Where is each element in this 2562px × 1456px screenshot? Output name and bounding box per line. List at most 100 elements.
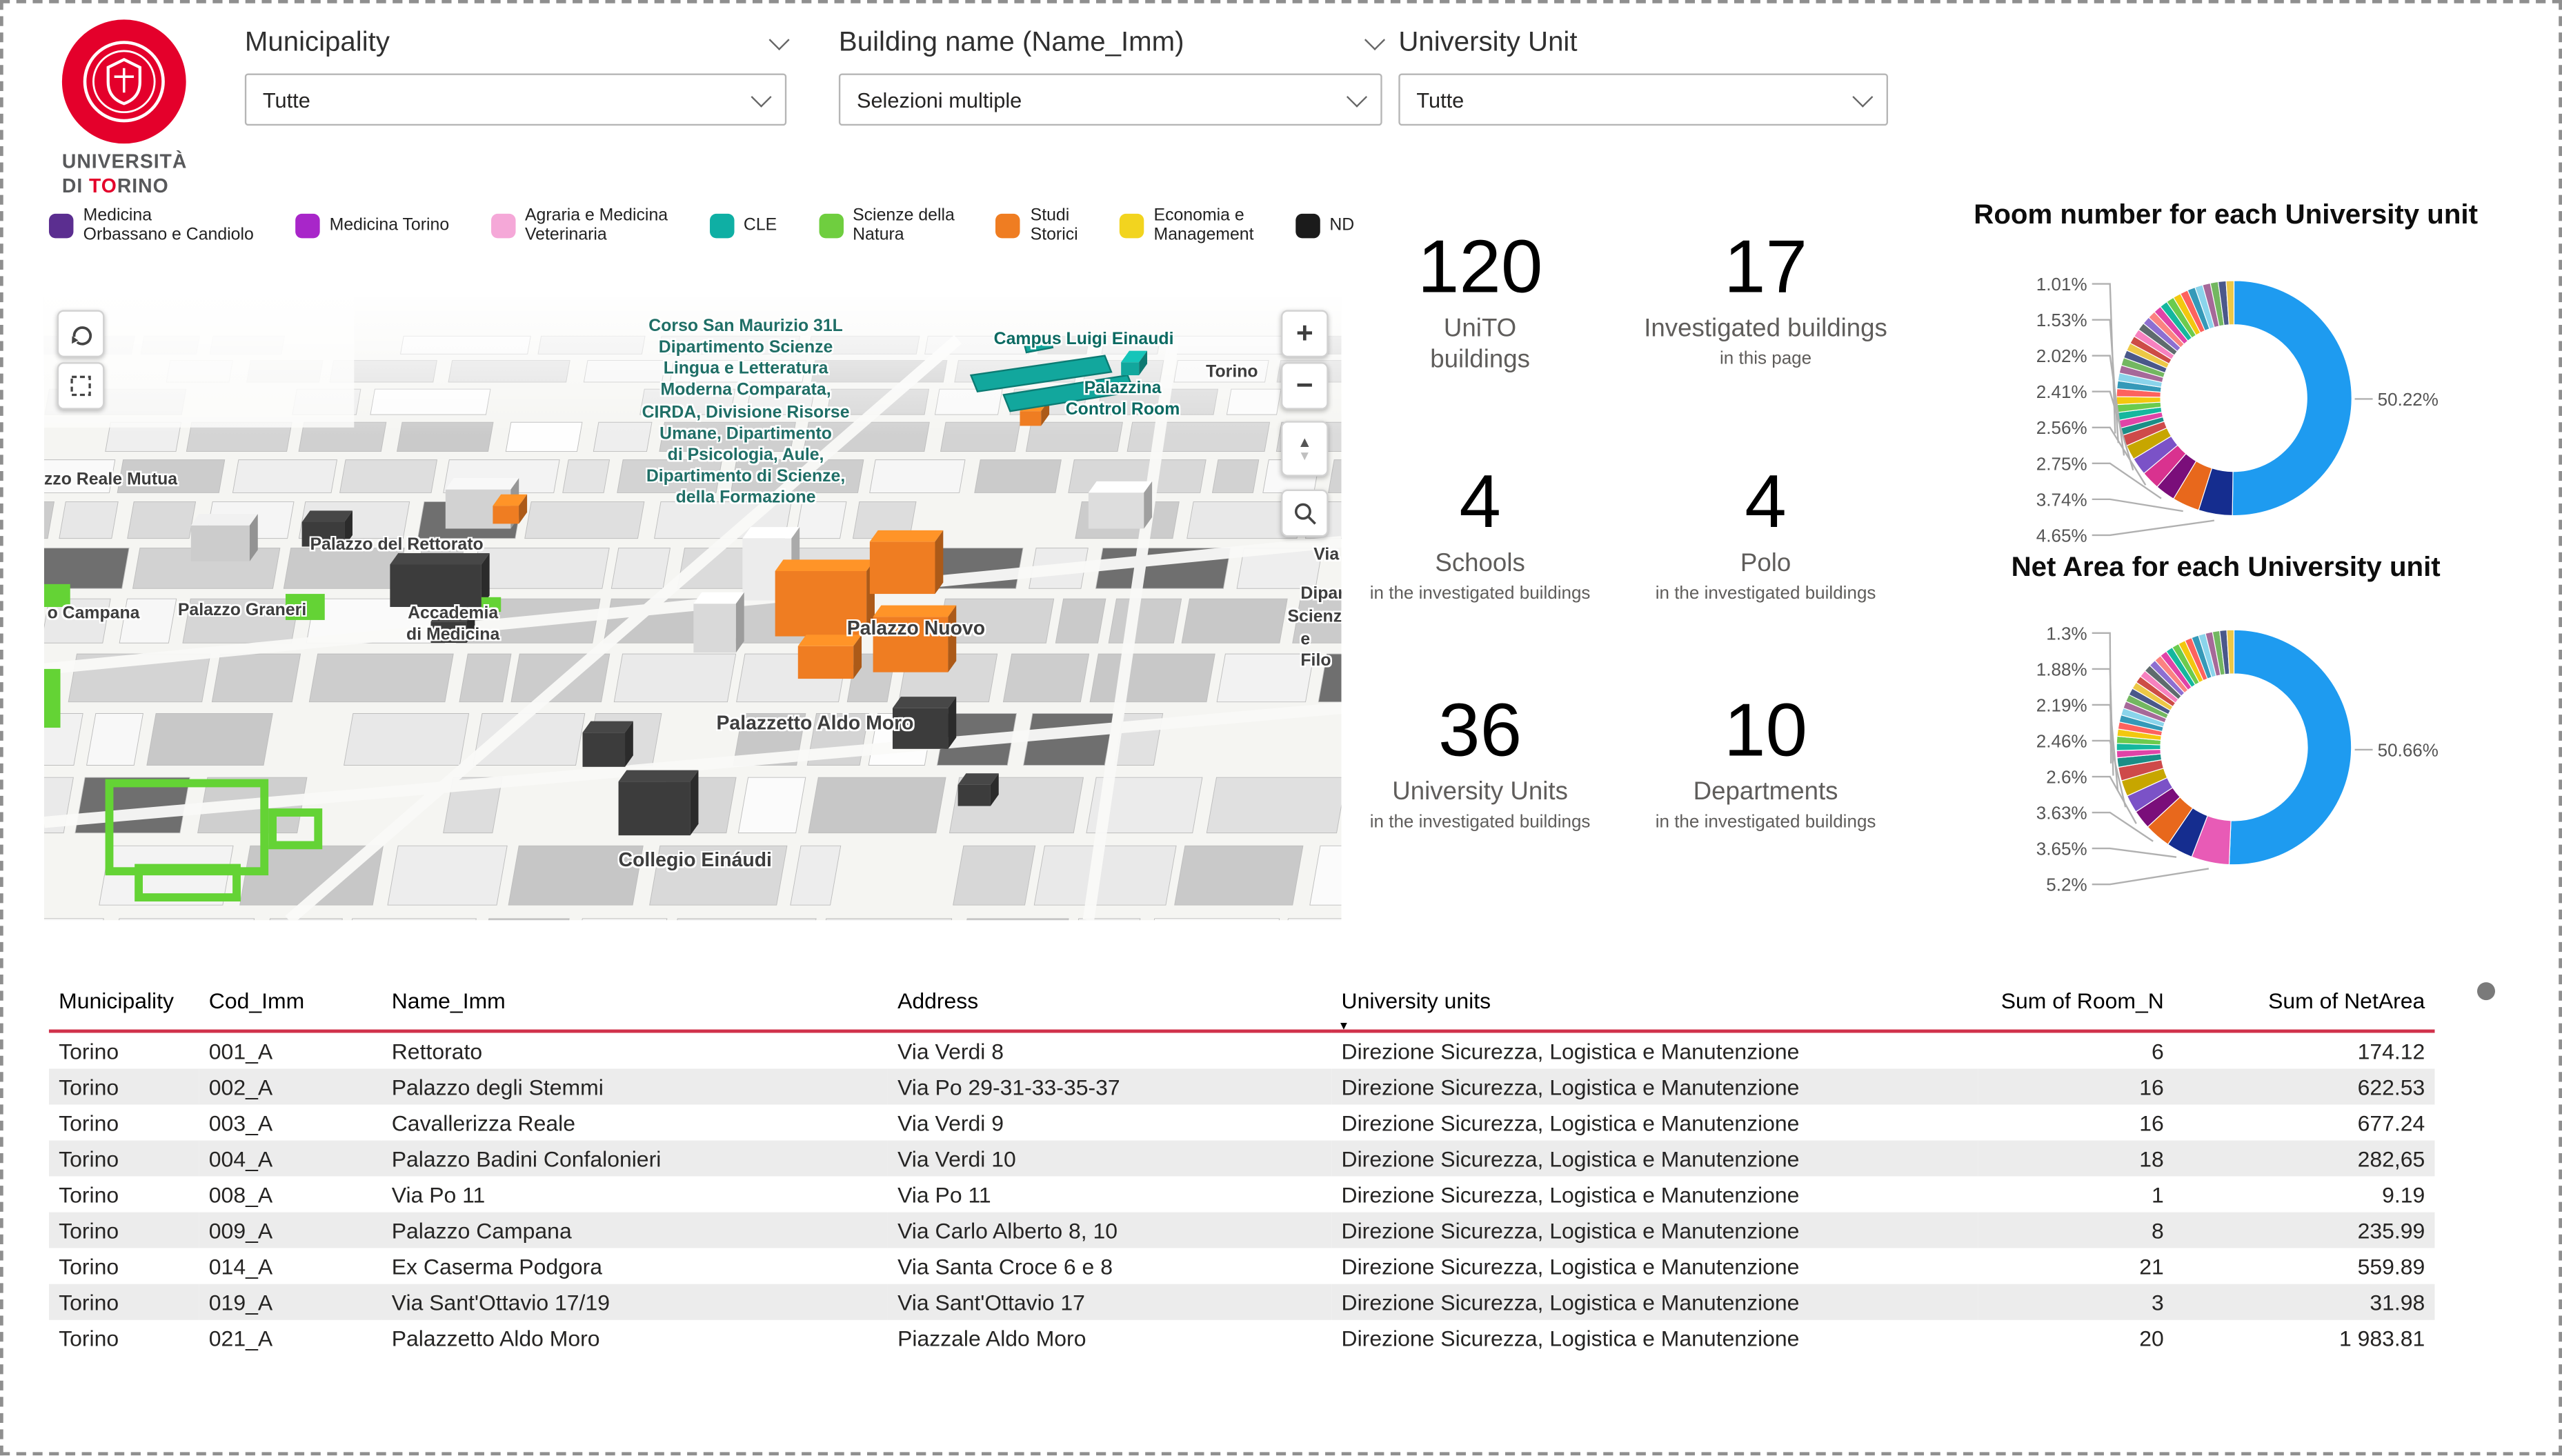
map-label: Palazzetto Aldo Moro [716,711,913,735]
table-row[interactable]: Torino003_ACavallerizza RealeVia Verdi 9… [49,1105,2435,1141]
legend-item[interactable]: Medicina Orbassano e Candiolo [49,206,254,245]
plus-icon: + [1296,317,1313,351]
column-header[interactable]: University units▼ [1331,979,1978,1031]
table-cell: 282,65 [2174,1141,2434,1177]
column-header[interactable]: Cod_Imm [199,979,382,1031]
legend-item[interactable]: Economia e Management [1120,206,1254,245]
map-label: zzo Reale Mutua [44,470,177,491]
map-rotate-button[interactable] [57,310,105,357]
table-row[interactable]: Torino002_APalazzo degli StemmiVia Po 29… [49,1068,2435,1104]
map-label: Collegio Eináudi [619,848,772,872]
map-canvas[interactable]: + − ▲ ▼ zzo Reale MutuaPalazzo del Retto… [44,297,1342,921]
table-row[interactable]: Torino021_APalazzetto Aldo MoroPiazzale … [49,1320,2435,1356]
donut-label: 2.19% [2036,695,2087,715]
legend-swatch-icon [490,213,515,237]
map-search-button[interactable] [1281,490,1329,537]
donut-slices [2116,281,2352,516]
building-studi-storici[interactable] [493,495,527,524]
buildings-table-container: MunicipalityCod_ImmName_ImmAddressUniver… [49,979,2435,1355]
table-row[interactable]: Torino008_AVia Po 11Via Po 11Direzione S… [49,1177,2435,1213]
map-label: Via [1313,545,1339,566]
map-selection-frame-button[interactable] [57,362,105,410]
table-cell: Torino [49,1177,199,1213]
table-cell: Via Verdi 9 [888,1105,1331,1141]
legend-item[interactable]: Studi Storici [996,206,1078,245]
table-row[interactable]: Torino014_AEx Caserma PodgoraVia Santa C… [49,1248,2435,1284]
donut-slice[interactable] [2232,281,2352,516]
donut-label: 3.63% [2036,803,2087,824]
legend-item[interactable]: Agraria e Medicina Veterinaria [490,206,668,245]
legend-item[interactable]: ND [1295,213,1355,237]
table-cell: Torino [49,1320,199,1356]
map-label: Palazzo Graneri [178,601,306,622]
building-studi-storici[interactable] [870,530,943,594]
filter-header[interactable]: Building name (Name_Imm) [839,23,1382,62]
university-unit-dropdown[interactable]: Tutte [1398,73,1888,126]
column-header[interactable]: Address [888,979,1331,1031]
table-row[interactable]: Torino001_ARettoratoVia Verdi 8Direzione… [49,1031,2435,1068]
table-cell: Via Po 11 [888,1177,1331,1213]
chevron-down-icon [751,87,771,108]
table-cell: 9.19 [2174,1177,2434,1213]
building-nd[interactable] [390,553,489,607]
kpi-value: 120 [1347,228,1614,305]
rotate-icon [68,321,94,347]
legend-item[interactable]: CLE [709,213,777,237]
municipality-dropdown[interactable]: Tutte [245,73,786,126]
map-pan-control[interactable]: ▲ ▼ [1281,421,1329,476]
table-cell: Torino [49,1284,199,1320]
table-scrollbar-dot[interactable] [2477,982,2495,1000]
kpi-label: University Units [1347,778,1614,808]
column-header[interactable]: Name_Imm [382,979,888,1031]
legend-swatch-icon [1295,213,1320,237]
building-studi-storici[interactable] [798,635,862,679]
map-label: Scienze [1287,607,1341,628]
legend-swatch-icon [709,213,733,237]
sort-descending-icon: ▼ [1338,1021,1349,1031]
donut-label: 1.3% [2046,623,2087,644]
logo-line1: UNIVERSITÀ [62,150,187,173]
kpi-sublabel: in the investigated buildings [1627,584,1905,603]
room-number-donut-chart: 50.22%1.01%1.53%2.02%2.41%2.56%2.75%3.74… [1900,235,2552,561]
table-cell: Direzione Sicurezza, Logistica e Manuten… [1331,1177,1978,1213]
filter-header[interactable]: Municipality [245,23,786,62]
building-nd[interactable] [583,721,633,767]
table-header-row: MunicipalityCod_ImmName_ImmAddressUniver… [49,979,2435,1031]
table-cell: Ex Caserma Podgora [382,1248,888,1284]
column-header[interactable]: Sum of Room_N [1978,979,2174,1031]
table-row[interactable]: Torino004_APalazzo Badini ConfalonieriVi… [49,1141,2435,1177]
table-cell: 677.24 [2174,1105,2434,1141]
arrow-down-icon: ▼ [1298,450,1311,463]
table-cell: Direzione Sicurezza, Logistica e Manuten… [1331,1248,1978,1284]
table-row[interactable]: Torino009_APalazzo CampanaVia Carlo Albe… [49,1213,2435,1248]
donut-slices [2116,630,2352,865]
filter-label: Building name (Name_Imm) [839,26,1184,59]
table-cell: 004_A [199,1141,382,1177]
legend-label: Agraria e Medicina Veterinaria [525,206,668,245]
map-zoom-out-button[interactable]: − [1281,362,1329,410]
table-cell: Palazzo Campana [382,1213,888,1248]
building-scienze-natura[interactable] [44,669,61,728]
building-name-dropdown[interactable]: Selezioni multiple [839,73,1382,126]
kpi-university-units: 36 University Units in the investigated … [1347,692,1614,831]
table-cell: 008_A [199,1177,382,1213]
kpi-value: 17 [1627,228,1905,305]
building-nd[interactable] [619,770,699,836]
donut-slice[interactable] [2229,630,2351,865]
table-cell: 1 983.81 [2174,1320,2434,1356]
table-row[interactable]: Torino019_AVia Sant'Ottavio 17/19Via San… [49,1284,2435,1320]
column-header[interactable]: Sum of NetArea [2174,979,2434,1031]
table-cell: 559.89 [2174,1248,2434,1284]
filter-header[interactable]: University Unit [1398,23,1888,62]
legend-label: CLE [744,215,777,235]
column-header[interactable]: Municipality [49,979,199,1031]
table-cell: Torino [49,1031,199,1068]
filter-building-name: Building name (Name_Imm) Selezioni multi… [839,23,1382,126]
building-nd[interactable] [958,773,999,806]
table-cell: 014_A [199,1248,382,1284]
kpi-value: 36 [1347,692,1614,768]
chevron-down-icon [1347,87,1367,108]
legend-item[interactable]: Scienze della Natura [818,206,954,245]
legend-item[interactable]: Medicina Torino [295,213,449,237]
map-zoom-in-button[interactable]: + [1281,310,1329,357]
